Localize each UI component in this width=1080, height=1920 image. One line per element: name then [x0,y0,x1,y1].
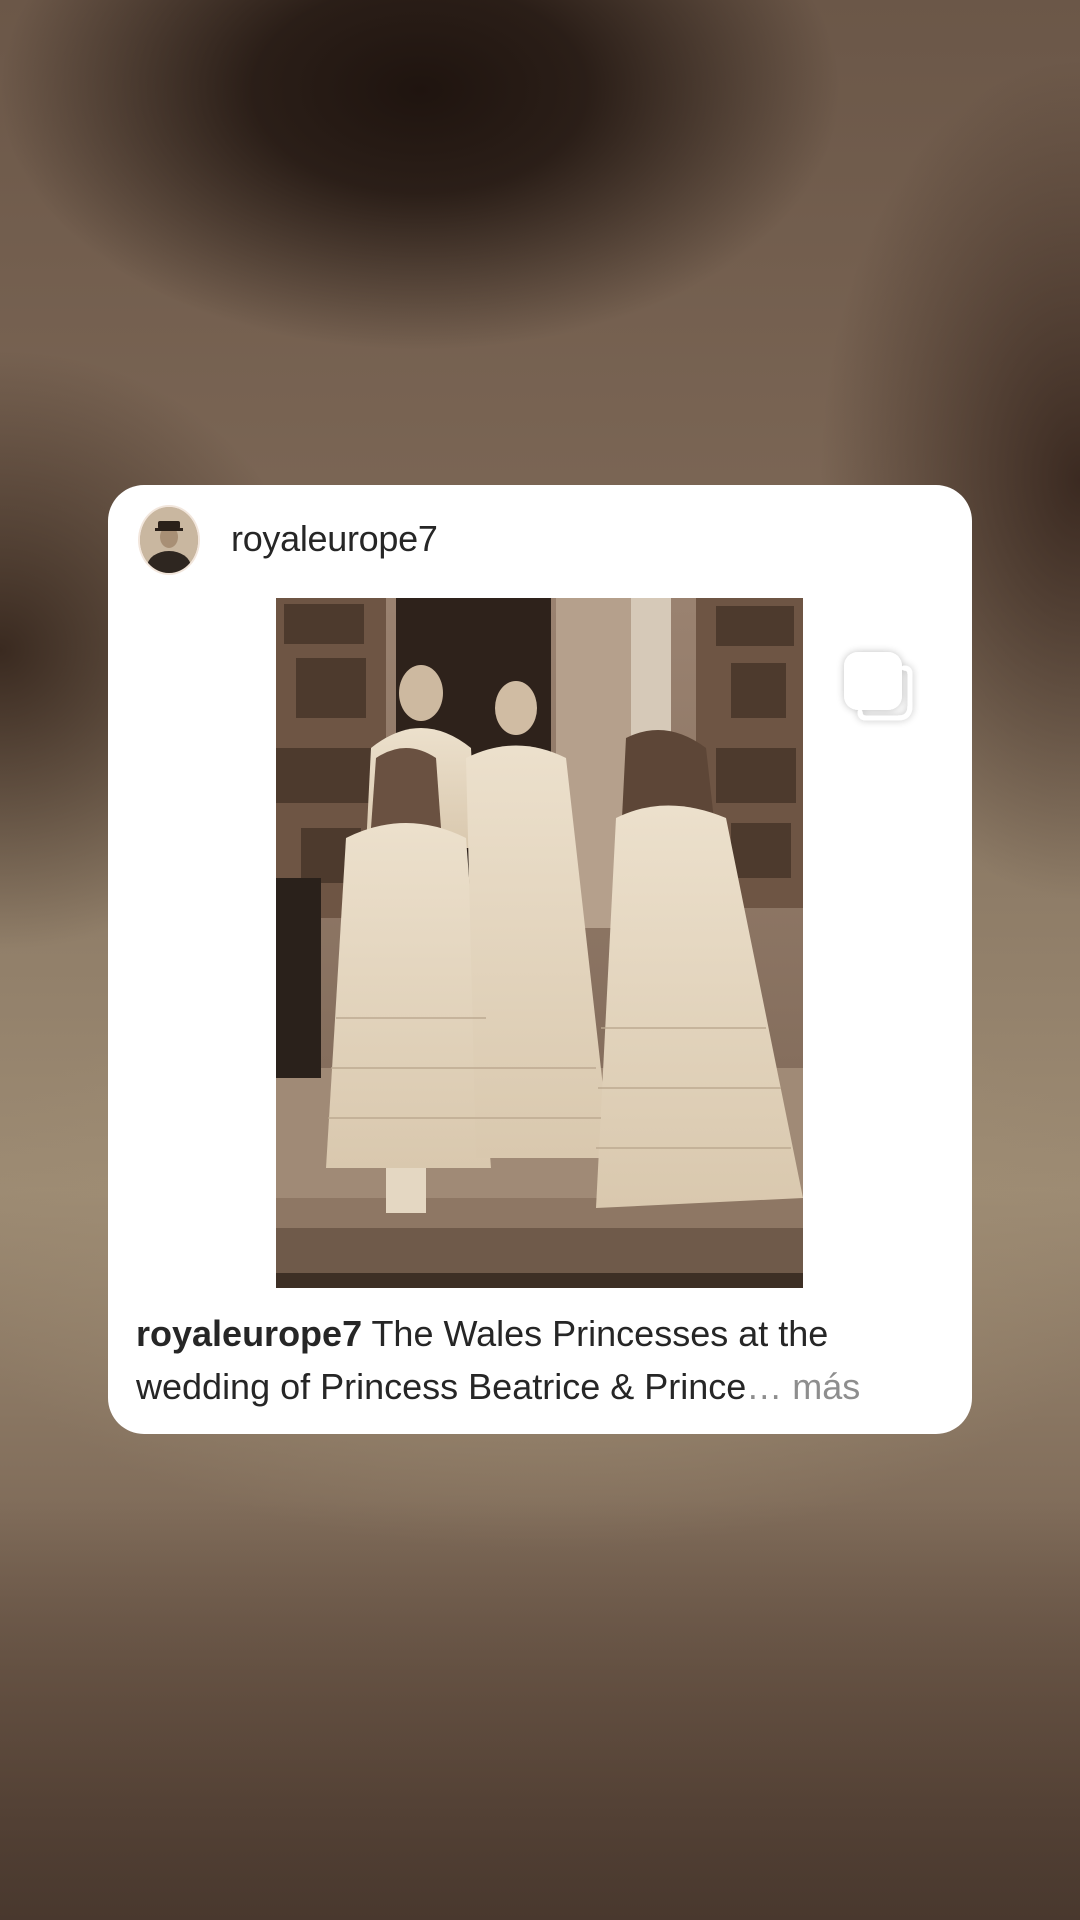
carousel-icon [830,638,920,728]
more-link[interactable]: más [782,1366,860,1407]
post-header: royaleurope7 [108,485,972,595]
avatar[interactable] [140,507,198,573]
blurred-background [0,1500,1080,1920]
caption-username[interactable]: royaleurope7 [136,1313,362,1354]
post-preview-card[interactable]: royaleurope7 royaleurope7 The Wales Prin… [108,485,972,1434]
caption-ellipsis: … [746,1366,783,1407]
screen: royaleurope7 royaleurope7 The Wales Prin… [0,0,1080,1920]
post-photo[interactable] [276,598,803,1288]
caption-text-line1: The Wales Princesses at the [362,1313,829,1354]
post-username[interactable]: royaleurope7 [231,517,438,561]
post-caption[interactable]: royaleurope7 The Wales Princesses at the… [136,1307,946,1413]
caption-text-line2: wedding of Princess Beatrice & Prince [136,1366,747,1407]
